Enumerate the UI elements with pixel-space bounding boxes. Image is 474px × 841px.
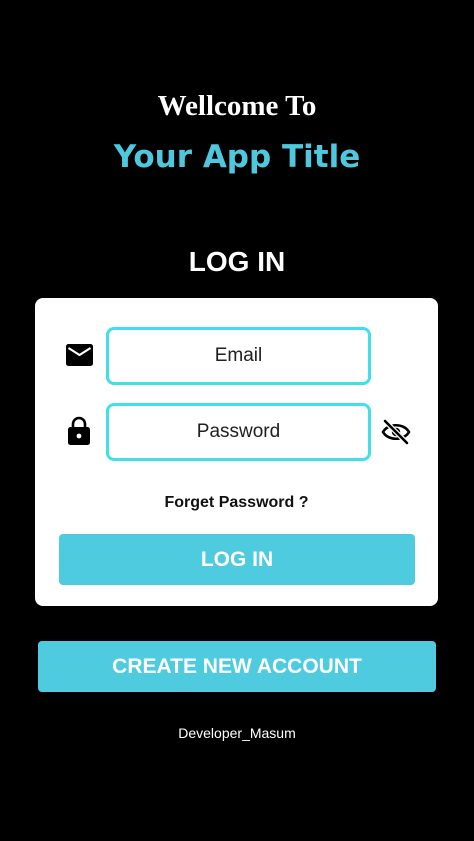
welcome-text: Wellcome To <box>157 90 317 122</box>
lock-icon <box>68 416 90 445</box>
mail-icon <box>66 344 93 366</box>
login-heading: LOG IN <box>188 246 286 277</box>
email-field[interactable] <box>106 327 371 385</box>
login-card: Forget Password ? LOG IN <box>35 298 438 606</box>
login-button[interactable]: LOG IN <box>59 534 415 585</box>
forget-password-link[interactable]: Forget Password ? <box>35 492 438 514</box>
password-field[interactable] <box>106 403 371 461</box>
app-title: Your App Title <box>113 139 361 175</box>
create-account-button[interactable]: CREATE NEW ACCOUNT <box>38 641 436 692</box>
eye-off-icon[interactable] <box>381 418 411 446</box>
developer-credit: Developer_Masum <box>178 725 296 741</box>
